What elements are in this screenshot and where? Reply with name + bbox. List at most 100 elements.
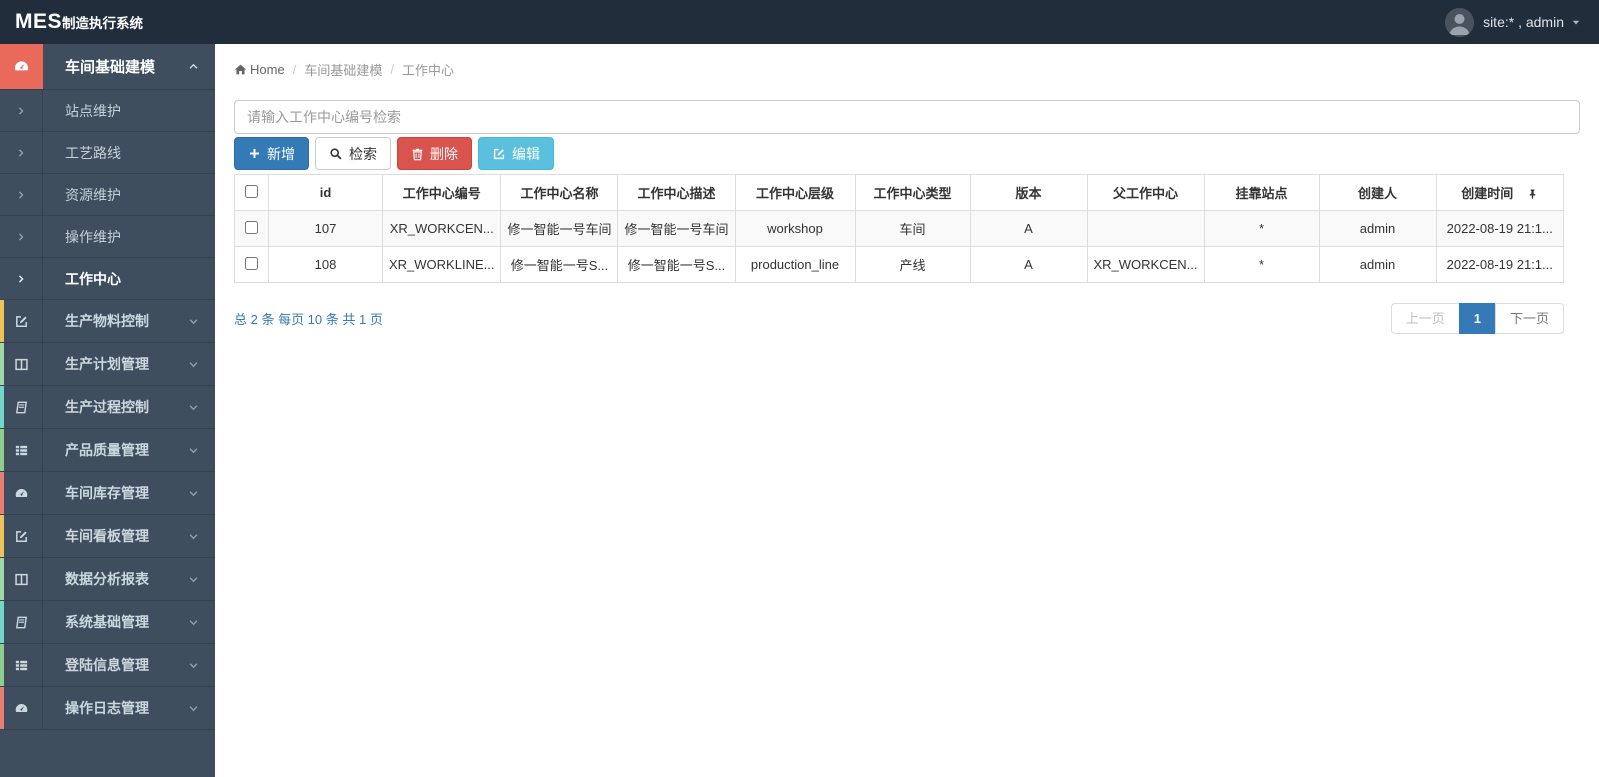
sidebar-item-operation-log-management[interactable]: 操作日志管理 xyxy=(0,687,215,730)
table-row[interactable]: 108 XR_WORKLINE... 修一智能一号S... 修一智能一号S...… xyxy=(234,246,1565,283)
accent-strip xyxy=(0,300,4,342)
row-checkbox[interactable] xyxy=(245,256,258,270)
cell-description: 修一智能一号车间 xyxy=(617,210,736,247)
sidebar-item-production-material-control[interactable]: 生产物料控制 xyxy=(0,300,215,343)
cell-description: 修一智能一号S... xyxy=(617,246,736,283)
sidebar-item-label: 生产物料控制 xyxy=(65,313,149,329)
gauge-icon xyxy=(0,44,43,89)
column-header-description: 工作中心描述 xyxy=(617,174,736,211)
column-header-version: 版本 xyxy=(969,174,1088,211)
column-header-created-time: 创建时间 xyxy=(1435,174,1565,211)
column-header-created-time-label: 创建时间 xyxy=(1461,186,1514,201)
chevron-down-icon xyxy=(188,515,215,557)
header-select-all-cell xyxy=(234,174,269,211)
sidebar-item-label: 操作维护 xyxy=(65,228,121,245)
delete-button-label: 删除 xyxy=(430,145,458,162)
caret-down-icon xyxy=(1571,17,1581,27)
breadcrumb-item-work-center: 工作中心 xyxy=(401,63,454,78)
sidebar-item-label: 生产过程控制 xyxy=(65,399,149,415)
columns-icon xyxy=(0,558,43,600)
sidebar-item-product-quality-management[interactable]: 产品质量管理 xyxy=(0,429,215,472)
sidebar-item-label: 车间看板管理 xyxy=(65,528,149,544)
edit-button[interactable]: 编辑 xyxy=(478,137,554,170)
column-header-station: 挂靠站点 xyxy=(1203,174,1320,211)
work-center-search-input[interactable] xyxy=(234,100,1580,134)
table-header-row: id 工作中心编号 工作中心名称 工作中心描述 工作中心层级 工作中心类型 版本… xyxy=(234,174,1565,211)
delete-button[interactable]: 删除 xyxy=(397,137,472,170)
sidebar-item-station-maintenance[interactable]: 站点维护 xyxy=(0,90,215,132)
sidebar-item-production-plan-management[interactable]: 生产计划管理 xyxy=(0,343,215,386)
cell-id: 107 xyxy=(268,210,383,247)
cell-station: * xyxy=(1203,246,1320,283)
cell-level: workshop xyxy=(734,210,856,247)
edit-icon xyxy=(492,147,506,161)
table-row[interactable]: 107 XR_WORKCEN... 修一智能一号车间 修一智能一号车间 work… xyxy=(234,210,1565,247)
accent-strip xyxy=(0,558,4,600)
sidebar-item-work-center[interactable]: 工作中心 xyxy=(0,258,215,300)
user-avatar xyxy=(1445,7,1475,37)
user-menu[interactable]: site:* , admin xyxy=(1445,7,1599,37)
accent-strip xyxy=(0,644,4,686)
column-header-parent: 父工作中心 xyxy=(1086,174,1205,211)
chevron-down-icon xyxy=(188,429,215,471)
row-checkbox[interactable] xyxy=(245,220,258,234)
row-select-cell xyxy=(234,210,269,247)
chevron-right-icon xyxy=(0,258,43,299)
add-button[interactable]: 新增 xyxy=(234,137,309,170)
cell-name: 修一智能一号S... xyxy=(500,246,619,283)
cell-parent: XR_WORKCEN... xyxy=(1086,246,1205,283)
sidebar-item-operation-maintenance[interactable]: 操作维护 xyxy=(0,216,215,258)
column-header-level: 工作中心层级 xyxy=(734,174,856,211)
sidebar-item-workshop-kanban-management[interactable]: 车间看板管理 xyxy=(0,515,215,558)
sidebar-item-production-process-control[interactable]: 生产过程控制 xyxy=(0,386,215,429)
select-all-checkbox[interactable] xyxy=(245,184,258,198)
edit-button-label: 编辑 xyxy=(512,145,540,162)
row-select-cell xyxy=(234,246,269,283)
sidebar: 车间基础建模 站点维护 工艺路线 资源维护 操作维护 工作中心 生产物料控制 生… xyxy=(0,44,215,777)
app-logo[interactable]: MES 制造执行系统 xyxy=(0,10,143,34)
cell-code: XR_WORKCEN... xyxy=(381,210,502,247)
search-button[interactable]: 检索 xyxy=(315,137,391,170)
gauge-icon xyxy=(0,472,43,514)
app-logo-bold: MES xyxy=(15,10,63,33)
cell-type: 产线 xyxy=(854,246,971,283)
work-center-table: id 工作中心编号 工作中心名称 工作中心描述 工作中心层级 工作中心类型 版本… xyxy=(234,174,1565,283)
cell-created-time: 2022-08-19 21:1... xyxy=(1435,210,1565,247)
plus-icon xyxy=(248,147,261,160)
columns-icon xyxy=(0,343,43,385)
cell-version: A xyxy=(969,246,1088,283)
cell-creator: admin xyxy=(1318,210,1437,247)
book-icon xyxy=(0,386,43,428)
sidebar-group-workshop-modeling[interactable]: 车间基础建模 xyxy=(0,44,215,90)
sidebar-item-process-route[interactable]: 工艺路线 xyxy=(0,132,215,174)
sidebar-item-data-analysis-reports[interactable]: 数据分析报表 xyxy=(0,558,215,601)
sidebar-item-workshop-inventory-management[interactable]: 车间库存管理 xyxy=(0,472,215,515)
breadcrumb-item-workshop-modeling[interactable]: 车间基础建模 xyxy=(304,60,382,79)
sidebar-item-resource-maintenance[interactable]: 资源维护 xyxy=(0,174,215,216)
chevron-right-icon xyxy=(0,174,43,215)
breadcrumb-home-link[interactable]: Home xyxy=(234,62,285,77)
pin-icon[interactable] xyxy=(1527,188,1538,200)
sidebar-item-login-info-management[interactable]: 登陆信息管理 xyxy=(0,644,215,687)
cell-station: * xyxy=(1203,210,1320,247)
sidebar-item-label: 数据分析报表 xyxy=(65,571,149,587)
chevron-down-icon xyxy=(188,644,215,686)
user-label: site:* , admin xyxy=(1483,14,1564,30)
chevron-down-icon xyxy=(188,386,215,428)
pencil-square-icon xyxy=(0,300,43,342)
sidebar-item-system-basic-management[interactable]: 系统基础管理 xyxy=(0,601,215,644)
chevron-down-icon xyxy=(188,601,215,643)
accent-strip xyxy=(0,386,4,428)
prev-page-button[interactable]: 上一页 xyxy=(1390,303,1460,334)
accent-strip xyxy=(0,601,4,643)
th-list-icon xyxy=(0,644,43,686)
pagination-summary: 总 2 条 每页 10 条 共 1 页 xyxy=(234,312,383,327)
next-page-button[interactable]: 下一页 xyxy=(1494,303,1564,334)
chevron-up-icon xyxy=(188,44,215,89)
column-header-id: id xyxy=(268,174,383,211)
add-button-label: 新增 xyxy=(267,145,295,162)
page-1-button[interactable]: 1 xyxy=(1458,303,1496,334)
th-list-icon xyxy=(0,429,43,471)
sidebar-item-label: 工艺路线 xyxy=(65,144,121,161)
sidebar-item-label: 产品质量管理 xyxy=(65,442,149,458)
